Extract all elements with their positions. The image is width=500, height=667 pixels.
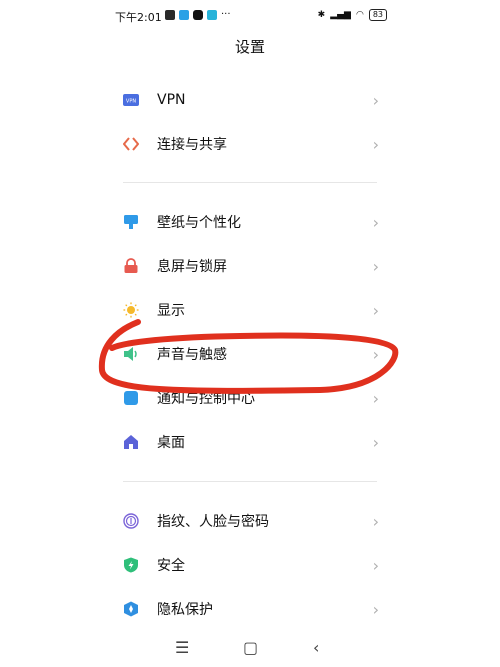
chevron-right-icon: › xyxy=(372,90,379,110)
chevron-right-icon: › xyxy=(372,555,379,575)
privacy-icon xyxy=(123,601,139,617)
chevron-right-icon: › xyxy=(372,388,379,408)
settings-item-label: VPN xyxy=(157,92,186,108)
notification-icon xyxy=(123,390,139,406)
settings-item-desktop[interactable]: 桌面 › xyxy=(105,422,395,462)
vpn-icon: VPN xyxy=(123,92,139,108)
navigation-bar: ☰ ▢ ‹ xyxy=(105,636,395,664)
settings-item-privacy[interactable]: 隐私保护 › xyxy=(105,589,395,629)
chevron-right-icon: › xyxy=(372,511,379,531)
settings-item-connect[interactable]: 连接与共享 › xyxy=(105,124,395,164)
settings-item-label: 显示 xyxy=(157,303,185,319)
svg-text:VPN: VPN xyxy=(126,99,136,105)
shield-icon xyxy=(123,557,139,573)
settings-item-label: 息屏与锁屏 xyxy=(157,259,227,275)
settings-item-sound[interactable]: 声音与触感 › xyxy=(105,334,395,374)
settings-item-vpn[interactable]: VPN VPN › xyxy=(105,80,395,120)
settings-item-security[interactable]: 安全 › xyxy=(105,545,395,585)
back-icon[interactable]: ‹ xyxy=(313,638,319,657)
app-notification-icon xyxy=(207,9,217,20)
app-notification-icon xyxy=(179,9,189,20)
chevron-right-icon: › xyxy=(372,344,379,364)
status-time: 下午2:01 xyxy=(115,11,162,24)
settings-screen: 下午2:01 ··· ✱ ▂▄▆ ◠ 83 设置 VPN VPN › 连接与共享… xyxy=(105,0,395,667)
wifi-icon: ◠ xyxy=(355,10,364,20)
settings-item-label: 桌面 xyxy=(157,435,185,451)
chevron-right-icon: › xyxy=(372,599,379,619)
home-button-icon[interactable]: ▢ xyxy=(243,638,258,657)
settings-item-biometric[interactable]: 指纹、人脸与密码 › xyxy=(105,501,395,541)
settings-item-display[interactable]: 显示 › xyxy=(105,290,395,330)
home-icon xyxy=(123,434,139,450)
settings-item-label: 指纹、人脸与密码 xyxy=(157,514,269,530)
app-notification-icon xyxy=(165,9,175,20)
chevron-right-icon: › xyxy=(372,212,379,232)
section-divider xyxy=(123,481,377,482)
chevron-right-icon: › xyxy=(372,256,379,276)
menu-icon[interactable]: ☰ xyxy=(175,638,189,657)
more-icon: ··· xyxy=(221,9,231,20)
battery-icon: 83 xyxy=(368,9,387,21)
settings-item-label: 壁纸与个性化 xyxy=(157,215,241,231)
signal-icon: ▂▄▆ xyxy=(330,10,351,20)
settings-item-label: 连接与共享 xyxy=(157,137,227,153)
chevron-right-icon: › xyxy=(372,134,379,154)
chevron-right-icon: › xyxy=(372,432,379,452)
status-bar: 下午2:01 ··· ✱ ▂▄▆ ◠ 83 xyxy=(105,4,395,28)
wallpaper-icon xyxy=(123,214,139,230)
fingerprint-icon xyxy=(123,513,139,529)
share-icon xyxy=(123,136,139,152)
chevron-right-icon: › xyxy=(372,300,379,320)
settings-item-label: 声音与触感 xyxy=(157,347,227,363)
settings-item-wallpaper[interactable]: 壁纸与个性化 › xyxy=(105,202,395,242)
status-system-icons: ✱ ▂▄▆ ◠ 83 xyxy=(318,9,387,21)
section-divider xyxy=(123,182,377,183)
app-notification-icon xyxy=(193,9,203,20)
bluetooth-icon: ✱ xyxy=(317,10,326,20)
speaker-icon xyxy=(123,346,139,362)
lock-icon xyxy=(123,258,139,274)
settings-item-notify[interactable]: 通知与控制中心 › xyxy=(105,378,395,418)
settings-item-lockscreen[interactable]: 息屏与锁屏 › xyxy=(105,246,395,286)
settings-item-label: 安全 xyxy=(157,558,185,574)
sun-icon xyxy=(123,302,139,318)
page-title: 设置 xyxy=(234,38,265,56)
settings-item-label: 通知与控制中心 xyxy=(157,391,255,407)
status-notification-icons: ··· xyxy=(165,9,231,20)
settings-item-label: 隐私保护 xyxy=(157,602,213,618)
